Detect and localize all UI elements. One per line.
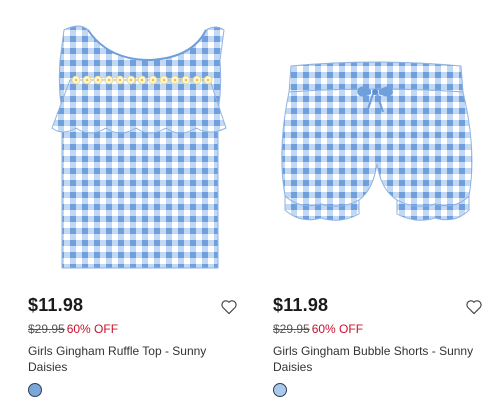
product-image-ruffle-top[interactable]: [10, 0, 242, 285]
heart-outline-icon[interactable]: [465, 299, 483, 315]
price-row: $29.95 60% OFF: [273, 322, 363, 336]
product-title-link[interactable]: Girls Gingham Bubble Shorts - Sunny Dais…: [273, 343, 483, 375]
price-row: $29.95 60% OFF: [28, 322, 118, 336]
product-image-bubble-shorts[interactable]: [255, 0, 487, 285]
original-price: $29.95: [28, 322, 65, 336]
product-price: $11.98: [273, 295, 329, 315]
discount-badge: 60% OFF: [66, 322, 119, 336]
product-price: $11.98: [28, 295, 84, 315]
product-title-link[interactable]: Girls Gingham Ruffle Top - Sunny Daisies: [28, 343, 238, 375]
original-price: $29.95: [273, 322, 310, 336]
product-card-ruffle-top[interactable]: $11.98 $29.95 60% OFF Girls Gingham Ruffl…: [10, 0, 242, 404]
color-swatch[interactable]: [273, 383, 287, 397]
color-swatch[interactable]: [28, 383, 42, 397]
heart-outline-icon[interactable]: [220, 299, 238, 315]
product-card-bubble-shorts[interactable]: $11.98 $29.95 60% OFF Girls Gingham Bubbl…: [255, 0, 487, 404]
discount-badge: 60% OFF: [311, 322, 364, 336]
